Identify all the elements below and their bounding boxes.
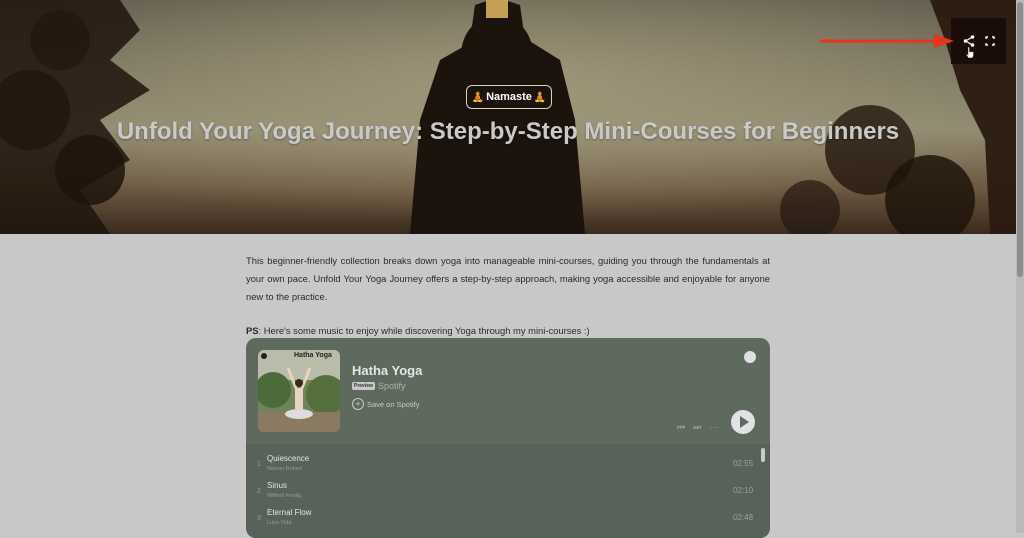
album-cover[interactable]: Hatha Yoga <box>258 350 340 432</box>
play-button[interactable] <box>731 410 755 434</box>
track-duration: 02:10 <box>733 486 754 495</box>
spotify-embed-player[interactable]: Hatha Yoga Hatha Yoga Preview Spotify + … <box>246 338 770 538</box>
scrollbar-thumb[interactable] <box>1017 2 1023 277</box>
track-artist: Luka Vida <box>267 520 292 526</box>
track-artist: Nelson Robert <box>267 466 303 472</box>
previous-track-icon[interactable]: ⏮ <box>677 422 685 433</box>
preview-badge: Preview <box>352 382 375 390</box>
track-list: 1 Quiescence Nelson Robert 02:55 2 Sinus… <box>246 444 770 538</box>
track-name: Sinus <box>267 481 288 490</box>
cover-label: Hatha Yoga <box>294 352 332 359</box>
ps-label: PS <box>246 325 259 336</box>
playlist-owner[interactable]: Spotify <box>378 381 406 391</box>
album-cover-image <box>258 350 340 432</box>
ps-text: : Here's some music to enjoy while disco… <box>258 325 590 336</box>
track-number: 3 <box>257 515 261 522</box>
track-artist: Wilfred Fredig <box>267 493 302 499</box>
annotation-arrow <box>820 34 954 48</box>
more-options-icon[interactable]: ⋯ <box>709 422 718 433</box>
track-duration: 02:48 <box>733 513 754 522</box>
namaste-badge: 🧘 Namaste 🧘 <box>466 85 552 109</box>
fullscreen-icon[interactable] <box>983 34 997 48</box>
track-number: 2 <box>257 488 261 495</box>
next-track-icon[interactable]: ⏭ <box>693 422 701 433</box>
plus-icon: + <box>352 398 364 410</box>
track-name: Quiescence <box>267 454 310 463</box>
list-item[interactable]: 2 Sinus Wilfred Fredig 02:10 <box>246 479 770 506</box>
page-title: Unfold Your Yoga Journey: Step-by-Step M… <box>116 118 900 145</box>
list-item[interactable]: 3 Eternal Flow Luka Vida 02:48 <box>246 506 770 533</box>
save-label: Save on Spotify <box>367 399 420 409</box>
list-item[interactable]: 1 Quiescence Nelson Robert 02:55 <box>246 452 770 479</box>
meditation-emoji-icon: 🧘 <box>533 91 547 103</box>
intro-paragraph: This beginner-friendly collection breaks… <box>246 255 770 302</box>
playlist-title[interactable]: Hatha Yoga <box>352 363 422 378</box>
save-on-spotify-button[interactable]: + Save on Spotify <box>352 398 420 410</box>
track-number: 1 <box>257 461 261 468</box>
badge-label: Namaste <box>486 91 532 103</box>
page-scrollbar[interactable] <box>1016 0 1024 533</box>
track-name: Eternal Flow <box>267 508 312 517</box>
player-controls: ⏮ ⏭ ⋯ <box>677 422 718 433</box>
meditation-emoji-icon: 🧘 <box>471 91 485 103</box>
spotify-logo-icon[interactable] <box>744 351 756 363</box>
track-duration: 02:55 <box>733 459 754 468</box>
hand-cursor-icon <box>965 46 974 58</box>
course-description: This beginner-friendly collection breaks… <box>246 252 770 336</box>
